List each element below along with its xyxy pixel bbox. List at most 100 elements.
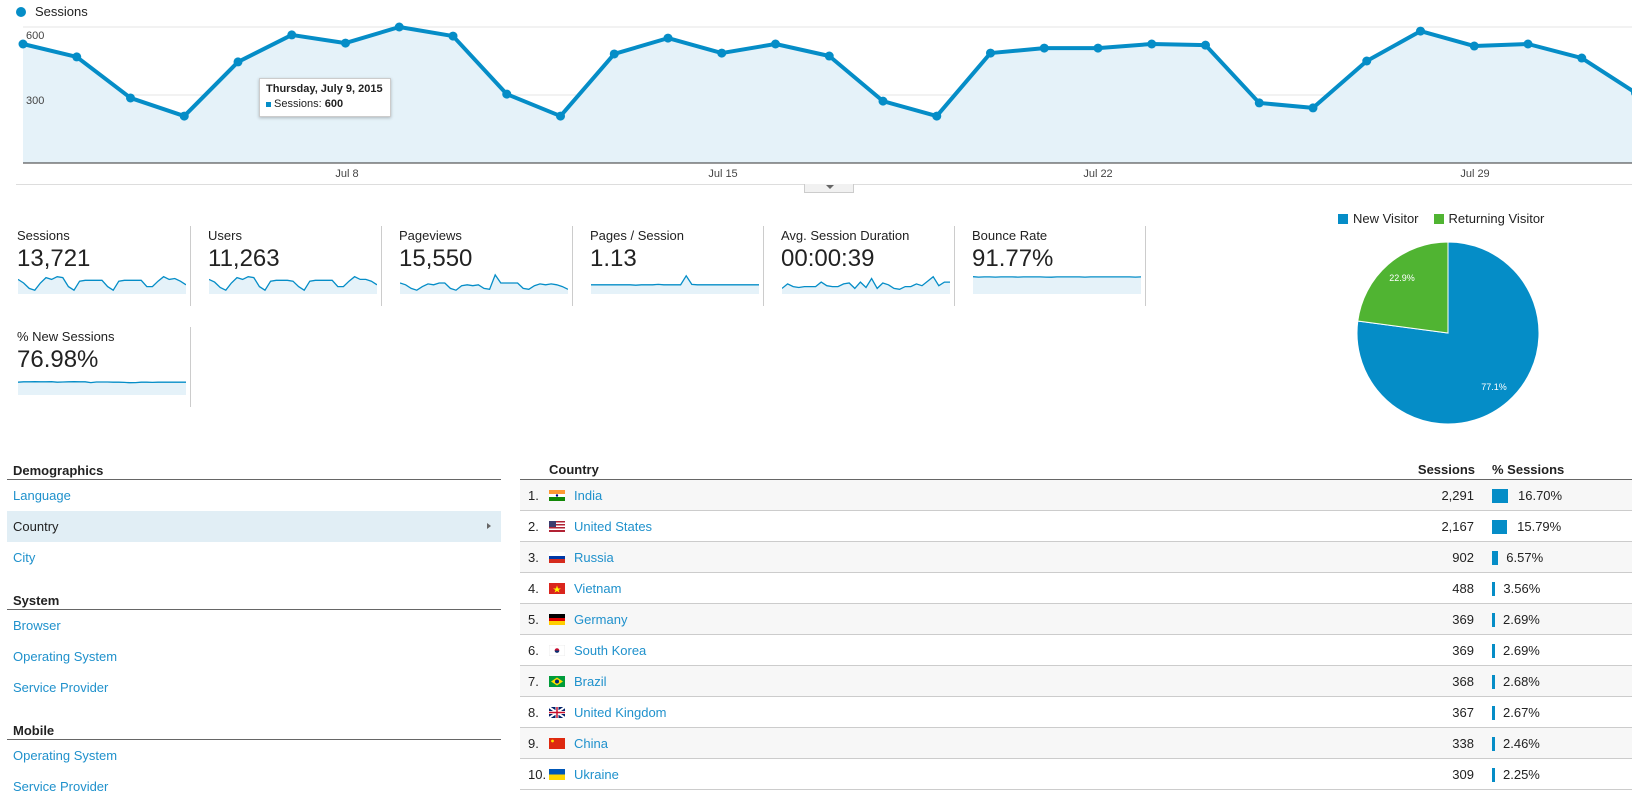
data-point-jul-16[interactable] xyxy=(771,39,780,49)
visitor-type-pie-chart[interactable]: 77.1% 22.9% xyxy=(1355,240,1541,426)
nav-item-demographics-country[interactable]: Country xyxy=(7,511,501,542)
column-header-sessions[interactable]: Sessions xyxy=(1418,462,1475,477)
country-link[interactable]: India xyxy=(574,488,602,503)
data-point-jul-8[interactable] xyxy=(341,38,350,48)
metric-pages-session[interactable]: Pages / Session 1.13 xyxy=(573,226,764,306)
row-rank: 4. xyxy=(528,581,539,596)
data-point-jul-18[interactable] xyxy=(878,96,888,106)
data-point-jul-12[interactable] xyxy=(556,111,565,121)
data-point-jul-9[interactable] xyxy=(394,22,404,32)
data-point-jul-21[interactable] xyxy=(1039,43,1049,53)
nav-item-mobile-operating-system[interactable]: Operating System xyxy=(7,740,501,771)
data-point-jul-30[interactable] xyxy=(1523,39,1533,49)
x-tick-label: Jul 22 xyxy=(1083,168,1113,180)
vietnam-flag-icon xyxy=(549,583,565,594)
data-point-jul-28[interactable] xyxy=(1416,26,1425,36)
nav-gap xyxy=(7,573,501,585)
data-point-jul-4[interactable] xyxy=(126,93,135,103)
data-point-jul-20[interactable] xyxy=(986,48,995,58)
nav-section-heading: System xyxy=(7,585,501,610)
series-square-icon xyxy=(266,101,271,107)
table-row: 7. Brazil 368 2.68% xyxy=(520,666,1632,697)
caret-right-icon xyxy=(487,523,491,529)
data-point-jul-22[interactable] xyxy=(1093,43,1103,53)
country-link[interactable]: China xyxy=(574,736,608,751)
data-point-jul-13[interactable] xyxy=(609,49,619,59)
country-link[interactable]: Ukraine xyxy=(574,767,619,782)
sparkline xyxy=(973,276,1141,294)
data-point-jul-11[interactable] xyxy=(502,89,512,99)
data-point-jul-29[interactable] xyxy=(1469,41,1479,51)
y-tick-label: 300 xyxy=(26,95,45,107)
row-rank: 8. xyxy=(528,705,539,720)
metric-users[interactable]: Users 11,263 xyxy=(191,226,382,306)
data-point-jul-25[interactable] xyxy=(1254,98,1264,108)
table-header: Country Sessions % Sessions xyxy=(520,458,1632,480)
column-header-pct-sessions[interactable]: % Sessions xyxy=(1492,462,1564,477)
pct-sessions-value: 2.69% xyxy=(1503,643,1540,658)
country-link[interactable]: Brazil xyxy=(574,674,607,689)
sessions-value: 338 xyxy=(1452,736,1474,751)
data-point-jul-19[interactable] xyxy=(932,111,942,121)
data-point-jul-7[interactable] xyxy=(287,30,297,40)
data-point-jul-23[interactable] xyxy=(1147,39,1157,49)
country-link[interactable]: United States xyxy=(574,519,652,534)
pct-sessions-bar xyxy=(1492,768,1495,782)
line-plot-area[interactable] xyxy=(0,0,1632,170)
metric-new-sessions[interactable]: % New Sessions 76.98% xyxy=(0,327,191,407)
metric-value: 00:00:39 xyxy=(781,245,875,272)
metric-value: 76.98% xyxy=(17,346,99,373)
pie-slice-returning-visitor[interactable] xyxy=(1357,241,1449,334)
row-rank: 9. xyxy=(528,736,539,751)
data-point-jul-24[interactable] xyxy=(1201,40,1210,50)
nav-item-label: Language xyxy=(13,488,71,503)
metric-avg-session-duration[interactable]: Avg. Session Duration 00:00:39 xyxy=(764,226,955,306)
data-point-jul-26[interactable] xyxy=(1308,103,1318,113)
nav-item-mobile-service-provider[interactable]: Service Provider xyxy=(7,771,501,802)
data-point-jul-5[interactable] xyxy=(179,111,189,121)
sparkline xyxy=(18,275,186,294)
data-point-jul-27[interactable] xyxy=(1362,56,1372,66)
nav-item-system-service-provider[interactable]: Service Provider xyxy=(7,672,501,703)
data-point-jul-10[interactable] xyxy=(448,31,458,41)
data-point-jul-3[interactable] xyxy=(72,52,82,62)
nav-item-system-operating-system[interactable]: Operating System xyxy=(7,641,501,672)
germany-flag-icon xyxy=(549,614,565,625)
sessions-value: 309 xyxy=(1452,767,1474,782)
country-link[interactable]: Russia xyxy=(574,550,614,565)
table-row: 8. United Kingdom 367 2.67% xyxy=(520,697,1632,728)
metric-sessions[interactable]: Sessions 13,721 xyxy=(0,226,191,306)
metric-label: % New Sessions xyxy=(17,329,115,344)
nav-item-demographics-language[interactable]: Language xyxy=(7,480,501,511)
legend-swatch-icon xyxy=(1338,213,1348,224)
sessions-value: 368 xyxy=(1452,674,1474,689)
collapse-chart-button[interactable] xyxy=(804,184,854,193)
metric-pageviews[interactable]: Pageviews 15,550 xyxy=(382,226,573,306)
chevron-down-icon xyxy=(826,185,834,189)
pie-legend-item-returning[interactable]: Returning Visitor xyxy=(1433,211,1544,226)
metric-bounce-rate[interactable]: Bounce Rate 91.77% xyxy=(955,226,1146,306)
nav-item-system-browser[interactable]: Browser xyxy=(7,610,501,641)
nav-item-label: City xyxy=(13,550,36,565)
pct-sessions-bar xyxy=(1492,613,1495,627)
country-link[interactable]: Germany xyxy=(574,612,627,627)
column-header-country[interactable]: Country xyxy=(549,462,599,477)
data-point-jul-31[interactable] xyxy=(1577,53,1587,63)
sparkline-fill xyxy=(782,276,950,294)
metric-value: 1.13 xyxy=(590,245,637,272)
country-link[interactable]: South Korea xyxy=(574,643,646,658)
sessions-value: 488 xyxy=(1452,581,1474,596)
data-point-jul-15[interactable] xyxy=(717,48,727,58)
metric-label: Sessions xyxy=(17,228,70,243)
country-link[interactable]: United Kingdom xyxy=(574,705,667,720)
ukraine-flag-icon xyxy=(549,769,565,780)
data-point-jul-6[interactable] xyxy=(233,57,243,67)
data-point-jul-17[interactable] xyxy=(824,51,834,61)
nav-item-label: Country xyxy=(13,519,59,534)
pie-legend-item-new[interactable]: New Visitor xyxy=(1338,211,1419,226)
data-point-jul-14[interactable] xyxy=(663,33,673,43)
nav-item-demographics-city[interactable]: City xyxy=(7,542,501,573)
china-flag-icon xyxy=(549,738,565,749)
country-link[interactable]: Vietnam xyxy=(574,581,621,596)
table-row: 4. Vietnam 488 3.56% xyxy=(520,573,1632,604)
